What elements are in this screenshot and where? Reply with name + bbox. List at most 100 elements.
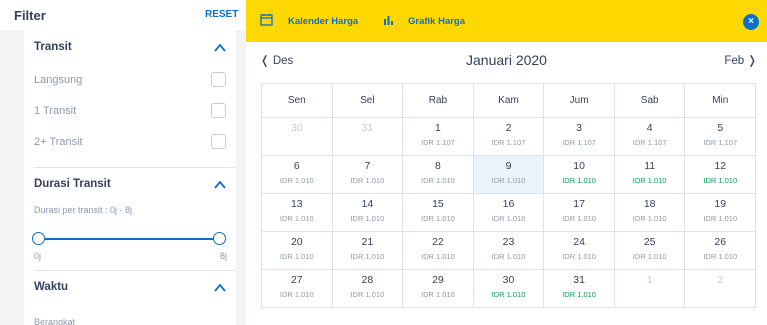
day-number: 29 — [432, 274, 444, 286]
close-icon: × — [748, 16, 754, 27]
calendar-day[interactable]: 23 IDR 1.010 — [473, 232, 545, 270]
day-number: 23 — [502, 236, 515, 248]
transit-section-toggle[interactable]: Transit — [34, 38, 226, 58]
time-section-title: Waktu — [34, 281, 69, 293]
day-price: IDR 1.010 — [279, 252, 314, 261]
month-title: Januari 2020 — [466, 52, 547, 68]
calendar-day[interactable]: 6 IDR 1.010 — [262, 156, 333, 194]
day-number: 12 — [714, 160, 727, 172]
calendar-day[interactable]: 26 IDR 1.010 — [685, 232, 757, 270]
time-section-toggle[interactable]: Waktu — [34, 278, 226, 298]
day-price: IDR 1.010 — [350, 214, 385, 223]
calendar-day[interactable]: 19 IDR 1.010 — [685, 194, 757, 232]
close-button[interactable]: × — [743, 14, 759, 30]
day-number: 15 — [432, 198, 444, 210]
calendar-day[interactable]: 1 IDR 1.107 — [403, 118, 474, 156]
day-price: IDR 1.107 — [632, 138, 667, 147]
day-price: IDR 1.010 — [279, 176, 314, 185]
calendar-day: 30 — [262, 118, 333, 156]
weekday-header: Kam — [473, 84, 545, 118]
calendar-day[interactable]: 12 IDR 1.010 — [685, 156, 757, 194]
checkbox[interactable] — [211, 103, 226, 118]
calendar-day[interactable]: 11 IDR 1.010 — [614, 156, 686, 194]
day-number: 17 — [573, 198, 585, 210]
calendar-day[interactable]: 17 IDR 1.010 — [544, 194, 615, 232]
depart-label: Berangkat — [34, 317, 76, 325]
calendar-day[interactable]: 9 IDR 1.010 — [473, 156, 545, 194]
day-number: 7 — [364, 160, 371, 172]
calendar-day[interactable]: 2 IDR 1.107 — [473, 118, 545, 156]
calendar-day[interactable]: 15 IDR 1.010 — [403, 194, 474, 232]
day-price: IDR 1.010 — [421, 290, 455, 299]
day-number: 4 — [646, 122, 653, 134]
day-number: 9 — [505, 160, 512, 172]
duration-max-label: 8j — [220, 251, 228, 261]
calendar-day[interactable]: 30 IDR 1.010 — [473, 270, 545, 308]
day-number: 30 — [502, 274, 515, 286]
day-price: IDR 1.107 — [421, 138, 455, 147]
calendar-day[interactable]: 29 IDR 1.010 — [403, 270, 474, 308]
chevron-up-icon — [214, 43, 226, 52]
calendar-day[interactable]: 22 IDR 1.010 — [403, 232, 474, 270]
chevron-right-icon: ❭ — [747, 55, 757, 67]
calendar-day[interactable]: 20 IDR 1.010 — [262, 232, 333, 270]
checkbox[interactable] — [211, 72, 226, 87]
day-price: IDR 1.010 — [562, 252, 596, 261]
calendar-day[interactable]: 28 IDR 1.010 — [332, 270, 404, 308]
duration-slider-min-handle[interactable] — [32, 232, 45, 245]
option-label: Langsung — [34, 74, 83, 86]
calendar-day[interactable]: 5 IDR 1.107 — [685, 118, 757, 156]
day-number: 14 — [361, 198, 374, 210]
day-price: IDR 1.010 — [491, 290, 526, 299]
tab-price-calendar[interactable]: Kalender Harga — [288, 16, 358, 27]
transit-section-title: Transit — [34, 41, 72, 53]
calendar-day[interactable]: 16 IDR 1.010 — [473, 194, 545, 232]
duration-section-toggle[interactable]: Durasi Transit — [34, 175, 226, 195]
day-number: 21 — [361, 236, 374, 248]
weekday-header: Rab — [403, 84, 474, 118]
weekday-header: Min — [685, 84, 757, 118]
calendar-day[interactable]: 4 IDR 1.107 — [614, 118, 686, 156]
calendar-day[interactable]: 14 IDR 1.010 — [332, 194, 404, 232]
transit-option-direct[interactable]: Langsung — [34, 72, 226, 90]
tab-price-chart[interactable]: Grafik Harga — [408, 16, 465, 27]
day-price: IDR 1.010 — [632, 214, 667, 223]
day-number: 28 — [361, 274, 374, 286]
calendar-day[interactable]: 18 IDR 1.010 — [614, 194, 686, 232]
reset-button[interactable]: RESET — [205, 9, 238, 20]
calendar-day[interactable]: 7 IDR 1.010 — [332, 156, 404, 194]
day-price: IDR 1.010 — [491, 252, 526, 261]
day-number: 31 — [573, 274, 585, 286]
calendar-day[interactable]: 13 IDR 1.010 — [262, 194, 333, 232]
duration-slider-track[interactable] — [39, 238, 219, 240]
calendar-day[interactable]: 25 IDR 1.010 — [614, 232, 686, 270]
checkbox[interactable] — [211, 134, 226, 149]
day-price: IDR 1.010 — [421, 214, 455, 223]
calendar-day[interactable]: 31 IDR 1.010 — [544, 270, 615, 308]
day-price: IDR 1.010 — [703, 176, 738, 185]
day-price: IDR 1.010 — [350, 290, 385, 299]
transit-option-1[interactable]: 1 Transit — [34, 103, 226, 121]
option-label: 1 Transit — [34, 105, 77, 117]
calendar-day[interactable]: 24 IDR 1.010 — [544, 232, 615, 270]
calendar-day[interactable]: 27 IDR 1.010 — [262, 270, 333, 308]
day-number: 16 — [502, 198, 515, 210]
next-month-label: Feb — [724, 55, 745, 67]
day-price: IDR 1.010 — [562, 176, 596, 185]
day-price: IDR 1.010 — [632, 176, 667, 185]
filter-header: Filter RESET — [0, 0, 246, 30]
day-number: 3 — [576, 122, 583, 134]
calendar-day[interactable]: 21 IDR 1.010 — [332, 232, 404, 270]
day-price: IDR 1.010 — [421, 252, 455, 261]
transit-option-2plus[interactable]: 2+ Transit — [34, 134, 226, 152]
calendar-day[interactable]: 10 IDR 1.010 — [544, 156, 615, 194]
day-number: 2 — [505, 122, 512, 134]
calendar-grid: Sen Sel Rab Kam Jum Sab Min 30 31 1 IDR 1.107 2 IDR… — [261, 83, 757, 308]
calendar-day: 1 — [614, 270, 686, 308]
duration-slider-max-handle[interactable] — [213, 232, 226, 245]
calendar-day[interactable]: 3 IDR 1.107 — [544, 118, 615, 156]
day-price: IDR 1.010 — [703, 214, 738, 223]
next-month-button[interactable]: Feb ❭ — [724, 53, 757, 67]
calendar-day[interactable]: 8 IDR 1.010 — [403, 156, 474, 194]
day-number: 30 — [290, 122, 303, 134]
